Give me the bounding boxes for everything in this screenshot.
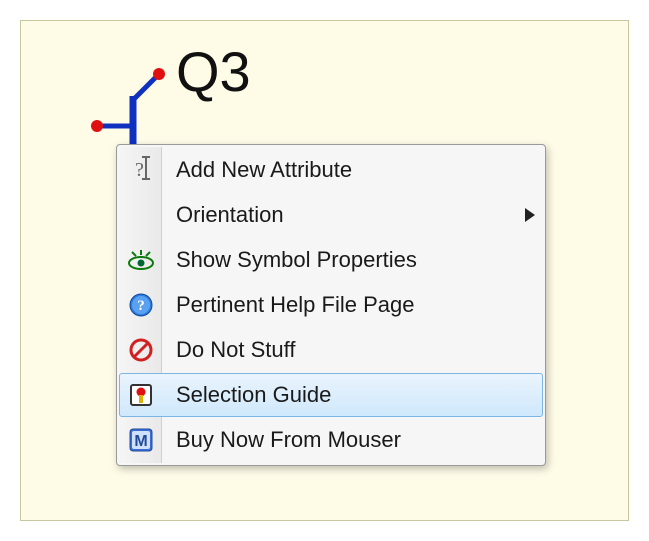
eye-icon <box>120 239 162 281</box>
menu-item-label: Pertinent Help File Page <box>162 292 542 318</box>
no-stuff-icon <box>120 329 162 371</box>
component-designator[interactable]: Q3 <box>176 39 251 104</box>
svg-text:?: ? <box>137 298 145 314</box>
blank-icon <box>120 194 162 236</box>
help-icon: ? <box>120 284 162 326</box>
mouser-icon: M <box>120 419 162 461</box>
menu-item-label: Do Not Stuff <box>162 337 542 363</box>
context-menu: Add New Attribute Orientation Show Symbo… <box>116 144 546 466</box>
submenu-arrow-icon <box>518 208 542 222</box>
menu-item-add-attribute[interactable]: Add New Attribute <box>119 148 543 192</box>
attribute-icon <box>120 149 162 191</box>
menu-item-label: Selection Guide <box>162 382 542 408</box>
menu-item-help-page[interactable]: ? Pertinent Help File Page <box>119 283 543 327</box>
menu-item-show-properties[interactable]: Show Symbol Properties <box>119 238 543 282</box>
schematic-canvas[interactable]: Q3 Add New Attribute Orientation <box>20 20 629 521</box>
menu-item-selection-guide[interactable]: Selection Guide <box>119 373 543 417</box>
menu-item-buy-mouser[interactable]: M Buy Now From Mouser <box>119 418 543 462</box>
menu-item-label: Show Symbol Properties <box>162 247 542 273</box>
menu-item-do-not-stuff[interactable]: Do Not Stuff <box>119 328 543 372</box>
svg-text:M: M <box>134 433 147 450</box>
menu-item-label: Add New Attribute <box>162 157 542 183</box>
menu-item-label: Buy Now From Mouser <box>162 427 542 453</box>
guide-icon <box>120 374 162 416</box>
menu-item-label: Orientation <box>162 202 518 228</box>
menu-item-orientation[interactable]: Orientation <box>119 193 543 237</box>
